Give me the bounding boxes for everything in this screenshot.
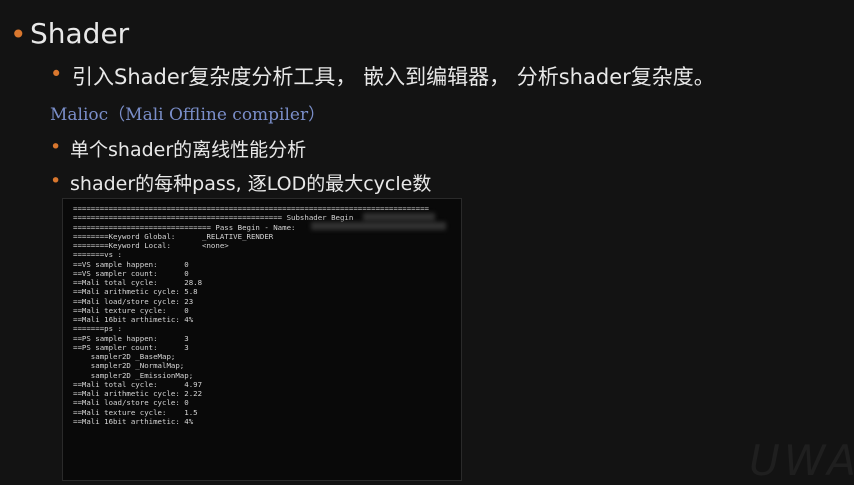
code-line: sampler2D _NormalMap; <box>90 361 185 371</box>
code-line: sampler2D _BaseMap; <box>90 352 176 361</box>
code-line: ========Keyword Global: _RELATIVE_RENDER <box>73 231 274 241</box>
slide-title: Shader <box>30 17 130 50</box>
code-line: ==Mali 16bit arthimetic: 4% <box>73 315 194 324</box>
redacted-region <box>363 213 435 221</box>
point3-bullet: • <box>50 170 62 192</box>
code-line: ==Mali arithmetic cycle: 5.8 <box>73 287 198 297</box>
code-line: ==VS sample happen: 0 <box>73 259 189 269</box>
code-line: ==Mali load/store cycle: 0 <box>73 398 189 408</box>
malioc-output-screenshot: ========================================… <box>62 198 462 481</box>
title-bullet: • <box>10 18 27 51</box>
code-line: sampler2D _EmissionMap; <box>90 370 194 380</box>
redacted-region <box>311 222 446 230</box>
point1-bullet: • <box>50 62 63 86</box>
tool-name: Malioc（Mali Offline compiler） <box>50 105 326 125</box>
code-line: ==VS sampler count: 0 <box>73 268 189 278</box>
point-tool-intro: 引入Shader复杂度分析工具， 嵌入到编辑器， 分析shader复杂度。 <box>72 65 715 89</box>
code-line: ==Mali arithmetic cycle: 2.22 <box>73 389 203 398</box>
code-line: =============================== Pass Beg… <box>73 222 296 232</box>
code-line: ========Keyword Local: <none> <box>73 241 229 250</box>
code-line: ==Mali total cycle: 28.8 <box>73 278 203 287</box>
code-line: ==Mali texture cycle: 0 <box>73 305 189 315</box>
code-line: =======vs : <box>73 250 122 260</box>
point-offline-analysis: 单个shader的离线性能分析 <box>70 139 307 161</box>
code-line: ========================================… <box>73 204 429 213</box>
point-cycle-per-pass: shader的每种pass, 逐LOD的最大cycle数 <box>70 173 432 195</box>
code-line: ==Mali total cycle: 4.97 <box>73 379 203 389</box>
code-line: =======ps : <box>73 324 122 334</box>
code-line: ==Mali load/store cycle: 23 <box>73 296 194 306</box>
code-line: ==Mali 16bit arthimetic: 4% <box>73 416 194 426</box>
watermark: UWA <box>749 436 854 485</box>
code-line: ==PS sampler count: 3 <box>73 342 189 352</box>
point2-bullet: • <box>50 136 62 158</box>
malioc-output-text: ========================================… <box>73 204 429 426</box>
code-line: ========================================… <box>73 213 354 223</box>
code-line: ==Mali texture cycle: 1.5 <box>73 407 198 417</box>
code-line: ==PS sample happen: 3 <box>73 333 189 343</box>
